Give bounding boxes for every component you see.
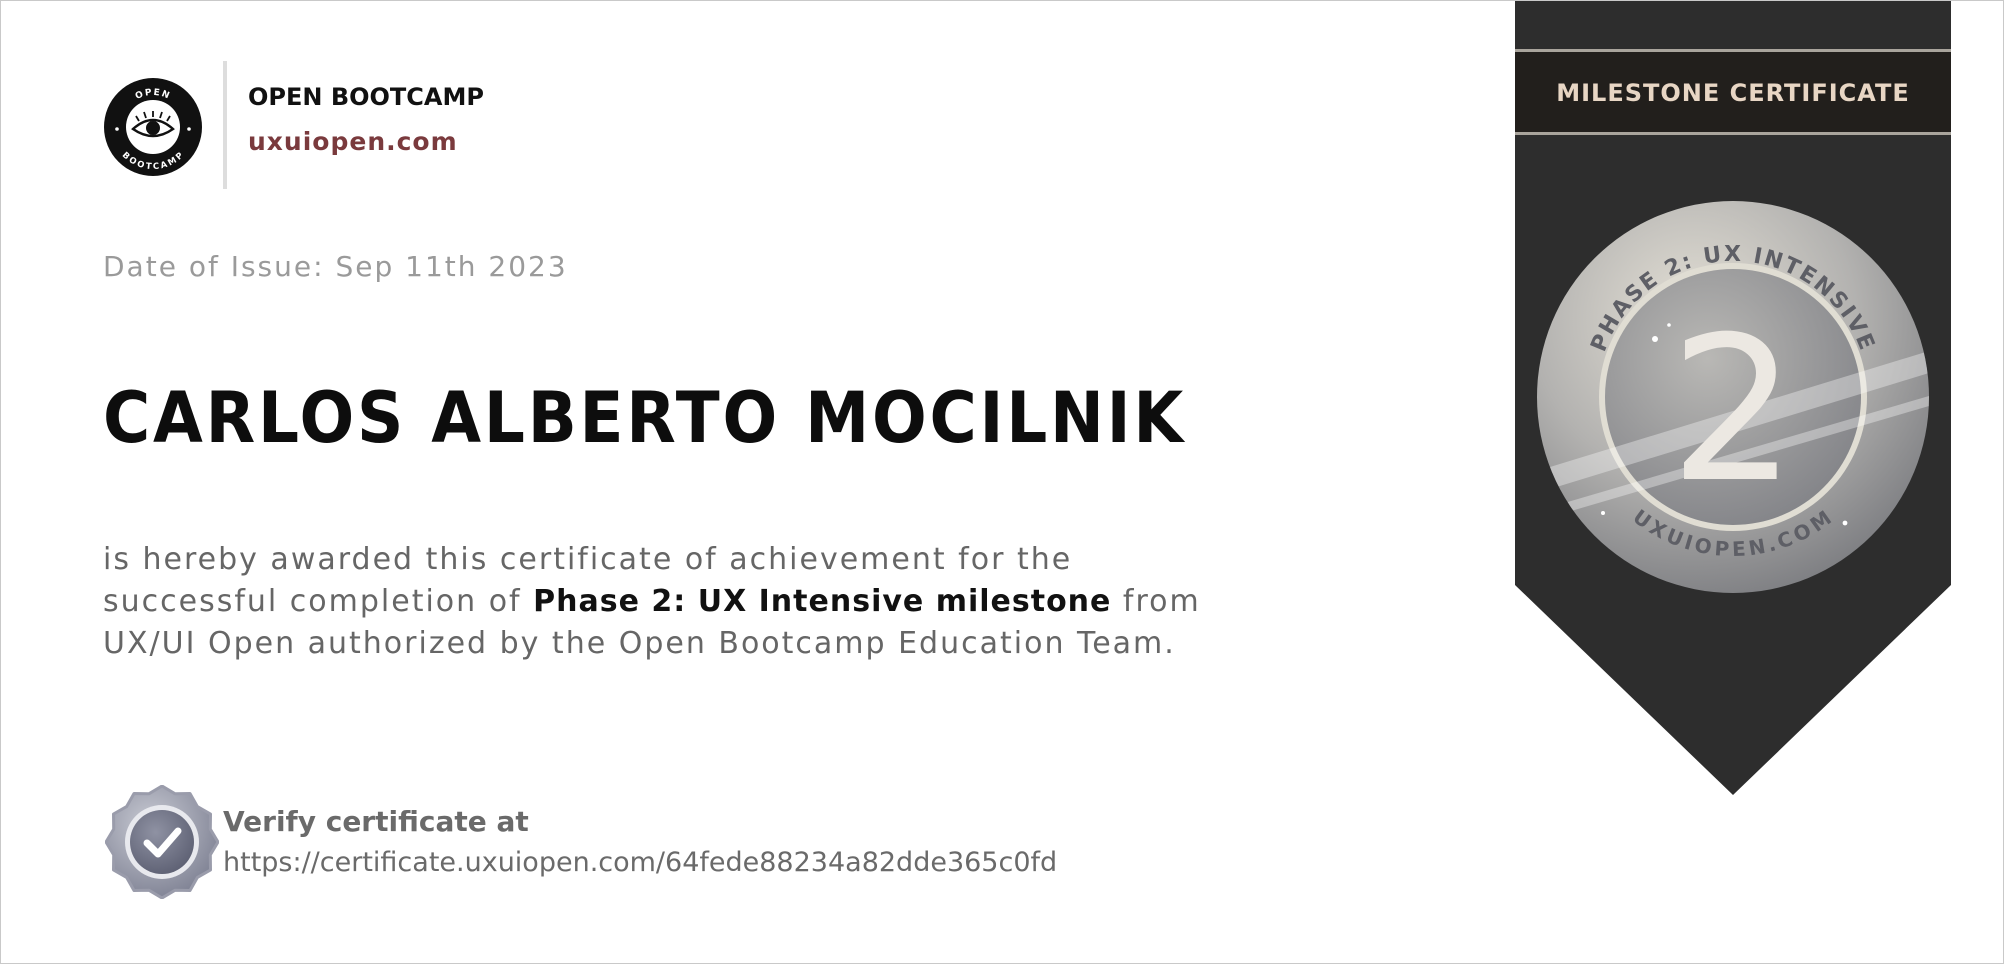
phase-medal: 2 PHASE 2: UX INTENSIVE UXUIOPEN.COM — [1537, 201, 1929, 593]
issue-date: Date of Issue: Sep 11th 2023 — [103, 250, 568, 283]
brand-name: OPEN BOOTCAMP — [248, 83, 484, 111]
verified-check-icon — [105, 785, 219, 899]
certificate: OPEN BOOTCAMP OPEN BOOTCAMP uxuiopen.com… — [0, 0, 2004, 964]
milestone-certificate-label: MILESTONE CERTIFICATE — [1556, 79, 1910, 107]
brand-divider — [223, 61, 227, 189]
recipient-name: CARLOS ALBERTO MOCILNIK — [103, 377, 1187, 459]
brand-url: uxuiopen.com — [248, 127, 458, 156]
verify-url-link[interactable]: https://certificate.uxuiopen.com/64fede8… — [223, 847, 1057, 878]
verify-title: Verify certificate at — [223, 805, 529, 838]
svg-text:2: 2 — [1669, 294, 1796, 527]
award-statement: is hereby awarded this certificate of ac… — [103, 539, 1213, 665]
open-bootcamp-logo: OPEN BOOTCAMP — [104, 78, 202, 176]
statement-highlight: Phase 2: UX Intensive milestone — [533, 584, 1112, 619]
